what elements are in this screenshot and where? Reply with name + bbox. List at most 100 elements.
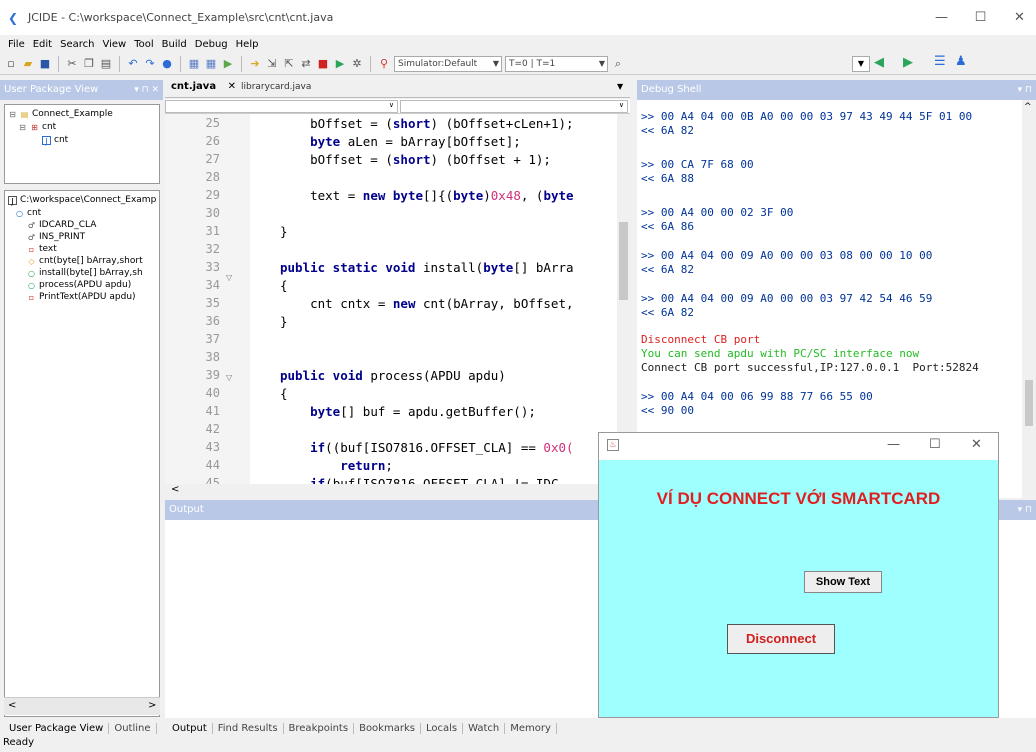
menu-build[interactable]: Build — [158, 39, 191, 50]
scrollbar-thumb[interactable] — [1025, 380, 1033, 426]
redo-icon[interactable]: ↷ — [143, 57, 157, 71]
tab-user-package-view[interactable]: User Package View — [4, 722, 110, 734]
dialog-close-button[interactable]: ✕ — [971, 437, 982, 452]
tab-bookmarks[interactable]: Bookmarks — [354, 722, 421, 734]
tree-item[interactable]: Jcnt — [42, 135, 68, 146]
separator — [58, 55, 59, 72]
tree-item[interactable]: ○ process(APDU apdu) — [27, 280, 131, 290]
paste-icon[interactable]: ▤ — [99, 57, 113, 71]
panel-controls-icon[interactable]: ▾ ⊓ — [1018, 80, 1032, 100]
menu-help[interactable]: Help — [232, 39, 263, 50]
editor-hscroll[interactable]: < — [165, 484, 630, 497]
menu-view[interactable]: View — [98, 39, 130, 50]
menu-edit[interactable]: Edit — [29, 39, 56, 50]
tab-outline[interactable]: Outline — [109, 722, 157, 734]
package-icon: ⊞ — [31, 122, 38, 132]
help-icon[interactable]: ● — [160, 57, 174, 71]
menu-search[interactable]: Search — [56, 39, 98, 50]
debug-line: << 6A 88 — [641, 172, 694, 185]
user-icon[interactable]: ♟ — [955, 54, 967, 69]
panel-controls-icon[interactable]: ▾ ⊓ — [1018, 500, 1032, 520]
protocol-select[interactable]: T=0 | T=1 ▼ — [505, 55, 608, 72]
forward-icon[interactable]: ▶ — [903, 55, 913, 70]
open-folder-icon[interactable]: ▰ — [21, 57, 35, 71]
tab-find-results[interactable]: Find Results — [213, 722, 284, 734]
tree-item[interactable]: ▫ text — [27, 244, 57, 254]
stop-icon[interactable]: ■ — [316, 57, 330, 71]
debug-run-icon[interactable]: ▶ — [333, 57, 347, 71]
tab-breakpoints[interactable]: Breakpoints — [284, 722, 355, 734]
dialog-minimize-button[interactable]: — — [887, 437, 900, 452]
chevron-down-icon: ▼ — [598, 58, 605, 68]
close-button[interactable]: ✕ — [997, 0, 1036, 35]
rebuild-icon[interactable]: ▦ — [204, 57, 218, 71]
tree-item[interactable]: J C:\workspace\Connect_Examp — [8, 195, 156, 206]
fold-icon[interactable]: ▽ — [226, 373, 232, 382]
fold-icon[interactable]: ▽ — [226, 273, 232, 282]
tree-item[interactable]: ○ install(byte[] bArray,sh — [27, 268, 143, 278]
tree-item[interactable]: ▫ PrintText(APDU apdu) — [27, 292, 136, 302]
menu-tool[interactable]: Tool — [130, 39, 157, 50]
left-panel: User Package View ▾ ⊓ ✕ ⊟ ▤ Connect_Exampl… — [0, 80, 163, 720]
tree-item[interactable]: ○ cnt — [15, 208, 41, 218]
panel-controls-icon[interactable]: ▾ ⊓ ✕ — [134, 80, 159, 100]
code-line: public void process(APDU apdu) — [280, 368, 506, 383]
show-text-button[interactable]: Show Text — [804, 571, 882, 593]
disconnect-button[interactable]: Disconnect — [727, 624, 835, 654]
undo-icon[interactable]: ↶ — [126, 57, 140, 71]
menu-debug[interactable]: Debug — [191, 39, 232, 50]
run-icon[interactable]: ▶ — [221, 57, 235, 71]
simulator-value: Simulator:Default — [398, 58, 478, 69]
step-out-icon[interactable]: ⇱ — [282, 57, 296, 71]
copy-icon[interactable]: ❐ — [82, 57, 96, 71]
line-number: 37 — [205, 332, 220, 346]
connect-icon[interactable]: ⚲ — [377, 57, 391, 71]
tree-item[interactable]: ◇ cnt(byte[] bArray,short — [27, 256, 142, 266]
chevron-down-icon[interactable]: ▼ — [617, 82, 623, 91]
vertical-scrollbar[interactable]: ^ — [1022, 100, 1036, 498]
simulator-select[interactable]: Simulator:Default ▼ — [394, 55, 502, 72]
tab-cnt-java[interactable]: cnt.java ✕ — [171, 81, 236, 92]
list-icon[interactable]: ☰ — [934, 54, 946, 69]
tree-item[interactable]: ⊟ ⊞ cnt — [18, 122, 56, 132]
back-icon[interactable]: ◀ — [874, 55, 884, 70]
step-into-icon[interactable]: ⇲ — [265, 57, 279, 71]
collapse-icon[interactable]: ⊟ — [8, 110, 17, 119]
build-icon[interactable]: ▦ — [187, 57, 201, 71]
tree-item[interactable]: ♂ IDCARD_CLA — [27, 220, 96, 230]
new-file-icon[interactable]: ▫ — [4, 57, 18, 71]
menu-file[interactable]: File — [4, 39, 29, 50]
tree-item[interactable]: ♂ INS_PRINT — [27, 232, 85, 242]
horizontal-scrollbar[interactable]: < > — [4, 697, 160, 715]
line-number: 29 — [205, 188, 220, 202]
cut-icon[interactable]: ✂ — [65, 57, 79, 71]
tab-locals[interactable]: Locals — [421, 722, 464, 734]
collapse-icon[interactable]: ⊟ — [18, 123, 27, 132]
binoculars-icon[interactable]: ⌕ — [611, 57, 625, 71]
method-select[interactable]: ∨ — [400, 100, 628, 113]
step-icon[interactable]: ➔ — [248, 57, 262, 71]
dialog-maximize-button[interactable]: ☐ — [929, 437, 941, 452]
code-editor[interactable]: 25 26 27 28 29 30 31 32 33 34 35 36 37 38 39 40 41 42 43 44… — [165, 114, 630, 484]
scroll-left-icon[interactable]: < — [171, 484, 179, 495]
close-tab-icon[interactable]: ✕ — [228, 81, 236, 92]
tab-watch[interactable]: Watch — [463, 722, 506, 734]
step-over-icon[interactable]: ⇄ — [299, 57, 313, 71]
nav-select[interactable]: ▼ — [852, 56, 870, 72]
settings-icon[interactable]: ✲ — [350, 57, 364, 71]
scrollbar-thumb[interactable] — [619, 222, 628, 300]
vertical-scrollbar[interactable] — [617, 114, 630, 484]
tab-librarycard-java[interactable]: librarycard.java — [241, 82, 311, 92]
save-icon[interactable]: ■ — [38, 57, 52, 71]
scroll-left-icon[interactable]: < — [8, 700, 16, 711]
scroll-up-icon[interactable]: ^ — [1024, 102, 1032, 112]
tab-output[interactable]: Output — [167, 722, 213, 734]
class-select[interactable]: ∨ — [165, 100, 398, 113]
tree-item[interactable]: ⊟ ▤ Connect_Example — [8, 109, 113, 119]
tab-memory[interactable]: Memory — [505, 722, 557, 734]
scroll-right-icon[interactable]: > — [148, 700, 156, 711]
code-line: bOffset = (short) (bOffset+cLen+1); — [280, 116, 574, 131]
editor-tabs: cnt.java ✕ librarycard.java ▼ — [165, 79, 630, 98]
line-number: 42 — [205, 422, 220, 436]
line-number: 39 — [205, 368, 220, 382]
